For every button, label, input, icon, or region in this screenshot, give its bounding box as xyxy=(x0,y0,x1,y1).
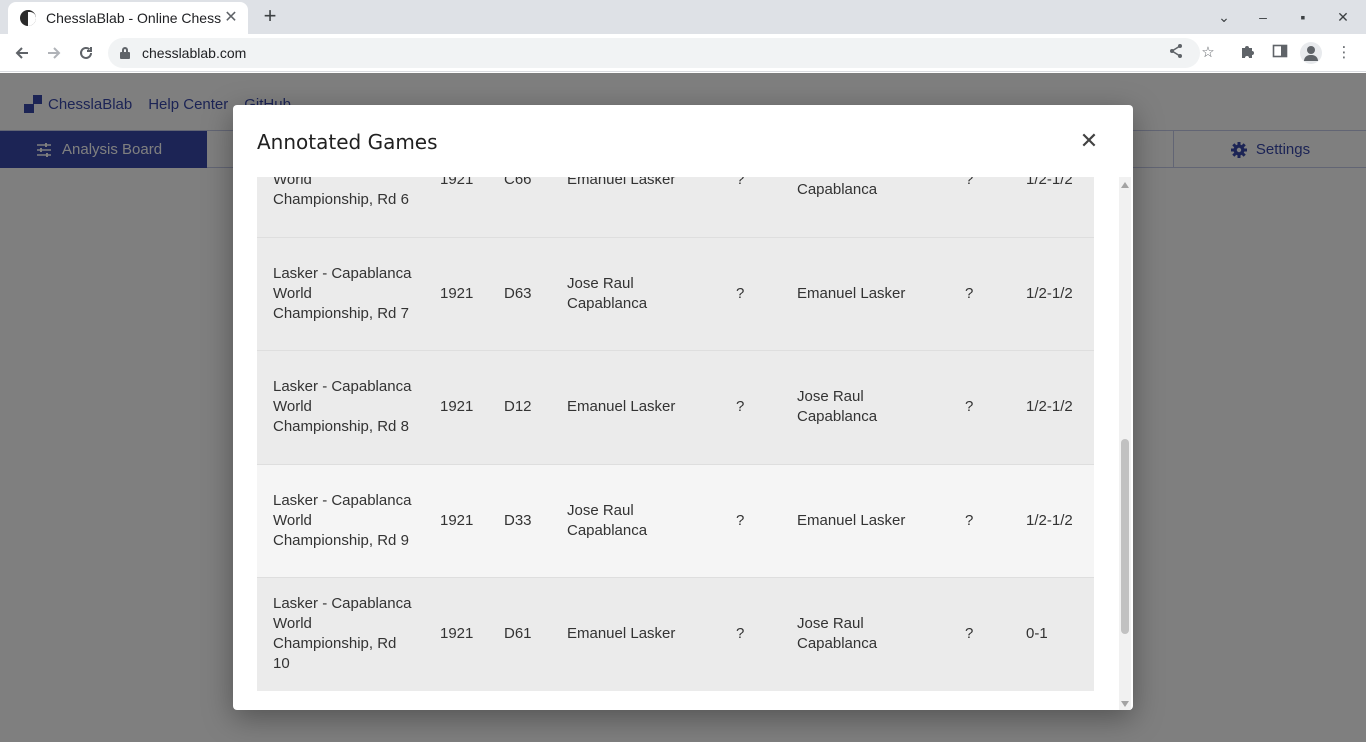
cell-white-elo: ? xyxy=(736,398,745,416)
table-row[interactable]: Lasker - Capablanca World Championship, … xyxy=(257,578,1094,691)
cell-year: 1921 xyxy=(440,625,474,643)
cell-black-player: Jose Raul Capablanca xyxy=(797,615,878,653)
puzzle-icon[interactable] xyxy=(1238,43,1258,63)
cell-eco: C66 xyxy=(504,177,532,189)
cell-event: Lasker - Capablanca World Championship, … xyxy=(273,177,409,209)
minimize-button[interactable]: – xyxy=(1253,7,1273,27)
star-icon[interactable]: ☆ xyxy=(1198,43,1218,63)
cell-black-elo: ? xyxy=(965,398,974,416)
table-row[interactable]: Lasker - Capablanca World Championship, … xyxy=(257,351,1094,465)
cell-eco: D63 xyxy=(504,284,532,302)
arrow-right-icon xyxy=(48,47,61,59)
browser-toolbar: chesslablab.com ☆ ⋮ xyxy=(0,34,1366,72)
back-button[interactable] xyxy=(10,41,34,65)
browser-tab[interactable]: ChesslaBlab - Online Chess ✕ xyxy=(8,2,248,34)
dialog-title: Annotated Games xyxy=(257,130,438,154)
tab-search-icon[interactable]: ⌄ xyxy=(1214,7,1234,27)
cell-eco: D33 xyxy=(504,511,532,529)
cell-result: 1/2-1/2 xyxy=(1026,177,1073,189)
chess-logo-icon xyxy=(20,10,36,26)
cell-result: 0-1 xyxy=(1026,625,1048,643)
cell-event: Lasker - Capablanca World Championship, … xyxy=(273,378,412,436)
cell-black-elo: ? xyxy=(965,284,974,302)
cell-eco: D61 xyxy=(504,625,532,643)
table-row[interactable]: Lasker - Capablanca World Championship, … xyxy=(257,237,1094,351)
scrollbar-thumb[interactable] xyxy=(1121,439,1129,634)
tab-title: ChesslaBlab - Online Chess xyxy=(46,10,222,26)
cell-year: 1921 xyxy=(440,398,474,416)
window-close-button[interactable]: ✕ xyxy=(1333,7,1353,27)
cell-white-elo: ? xyxy=(736,511,745,529)
cell-year: 1921 xyxy=(440,511,474,529)
table-row[interactable]: Lasker - Capablanca World Championship, … xyxy=(257,464,1094,578)
cell-black-player: Emanuel Lasker xyxy=(797,511,906,529)
share-icon[interactable] xyxy=(1166,43,1186,63)
cell-result: 1/2-1/2 xyxy=(1026,284,1073,302)
scroll-up-arrow[interactable] xyxy=(1121,182,1129,188)
lock-icon xyxy=(120,47,130,59)
cell-white-player: Emanuel Lasker xyxy=(567,625,676,643)
side-panel-icon[interactable] xyxy=(1270,43,1290,63)
scroll-down-arrow[interactable] xyxy=(1121,701,1129,707)
cell-black-player: Emanuel Lasker xyxy=(797,284,906,302)
cell-white-player: Jose Raul Capablanca xyxy=(567,501,648,539)
reload-icon xyxy=(80,46,92,59)
forward-button[interactable] xyxy=(42,41,66,65)
cell-event: Lasker - Capablanca World Championship, … xyxy=(273,595,412,673)
maximize-button[interactable]: ▪ xyxy=(1293,7,1313,27)
cell-event: Lasker - Capablanca World Championship, … xyxy=(273,264,412,322)
url-text: chesslablab.com xyxy=(142,45,247,61)
cell-white-elo: ? xyxy=(736,284,745,302)
cell-year: 1921 xyxy=(440,284,474,302)
cell-white-player: Emanuel Lasker xyxy=(567,398,676,416)
cell-eco: D12 xyxy=(504,398,532,416)
cell-black-elo: ? xyxy=(965,177,974,189)
cell-white-player: Emanuel Lasker xyxy=(567,177,676,189)
new-tab-button[interactable]: + xyxy=(258,5,282,29)
profile-icon[interactable] xyxy=(1300,42,1322,64)
browser-tabstrip: ChesslaBlab - Online Chess ✕ + ⌄ – ▪ ✕ xyxy=(0,0,1366,34)
cell-black-player: Jose Raul Capablanca xyxy=(797,177,878,199)
cell-result: 1/2-1/2 xyxy=(1026,398,1073,416)
cell-event: Lasker - Capablanca World Championship, … xyxy=(273,491,412,549)
table-row[interactable]: Lasker - Capablanca World Championship, … xyxy=(257,177,1094,238)
annotated-games-dialog: Annotated Games ✕ Lasker - Capablanca Wo… xyxy=(233,105,1133,710)
cell-black-player: Jose Raul Capablanca xyxy=(797,388,878,426)
reload-button[interactable] xyxy=(74,41,98,65)
cell-year: 1921 xyxy=(440,177,474,189)
cell-white-player: Jose Raul Capablanca xyxy=(567,274,648,312)
address-bar[interactable]: chesslablab.com xyxy=(108,38,1200,68)
cell-black-elo: ? xyxy=(965,511,974,529)
cell-black-elo: ? xyxy=(965,625,974,643)
tab-close-icon[interactable]: ✕ xyxy=(222,9,240,27)
cell-white-elo: ? xyxy=(736,177,745,189)
cell-white-elo: ? xyxy=(736,625,745,643)
arrow-left-icon xyxy=(15,47,28,59)
games-table: Lasker - Capablanca World Championship, … xyxy=(257,177,1094,691)
cell-result: 1/2-1/2 xyxy=(1026,511,1073,529)
close-icon[interactable]: ✕ xyxy=(1077,129,1101,153)
dialog-scrollbar[interactable] xyxy=(1119,177,1131,710)
kebab-menu-icon[interactable]: ⋮ xyxy=(1334,43,1354,63)
